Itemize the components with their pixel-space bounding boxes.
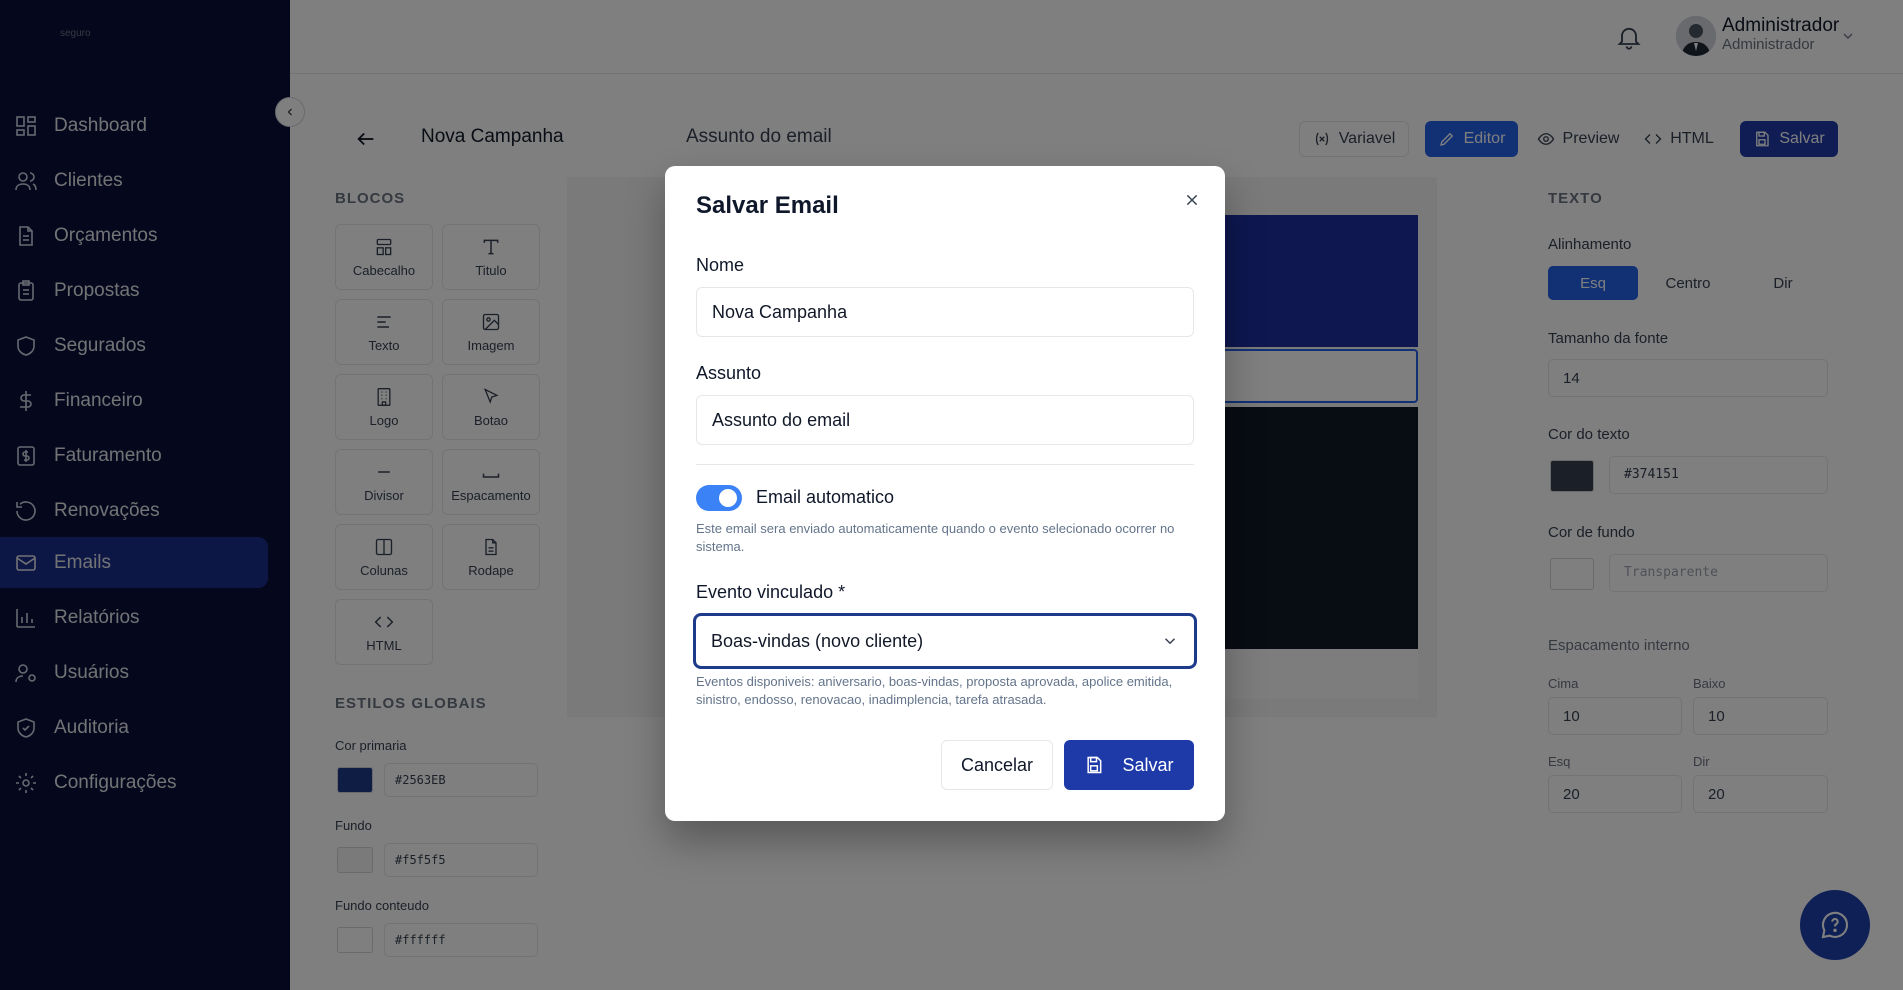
- close-icon: [1186, 194, 1198, 206]
- cancel-button[interactable]: Cancelar: [941, 740, 1053, 790]
- name-input[interactable]: [696, 287, 1194, 337]
- modal-title: Salvar Email: [696, 192, 839, 219]
- name-label: Nome: [696, 255, 745, 275]
- event-help: Eventos disponiveis: aniversario, boas-v…: [696, 674, 1173, 707]
- save-button[interactable]: Salvar: [1064, 740, 1194, 790]
- subject-label: Assunto: [696, 363, 762, 383]
- chevron-down-icon: [1164, 638, 1176, 645]
- auto-email-label: Email automatico: [756, 487, 895, 507]
- subject-input[interactable]: [696, 395, 1194, 445]
- close-button[interactable]: [1180, 188, 1204, 212]
- event-select[interactable]: Boas-vindas (novo cliente): [693, 613, 1197, 669]
- save-icon: [1087, 756, 1102, 774]
- toggle-knob: [719, 489, 737, 507]
- modal-divider: [696, 464, 1194, 465]
- save-button-label: Salvar: [1122, 754, 1174, 775]
- auto-email-toggle[interactable]: [696, 485, 742, 511]
- auto-email-help: Este email sera enviado automaticamente …: [696, 521, 1175, 554]
- event-select-value: Boas-vindas (novo cliente): [711, 630, 924, 651]
- save-email-modal: Salvar Email Nome Assunto Email automati…: [665, 166, 1225, 821]
- event-label: Evento vinculado *: [696, 582, 846, 602]
